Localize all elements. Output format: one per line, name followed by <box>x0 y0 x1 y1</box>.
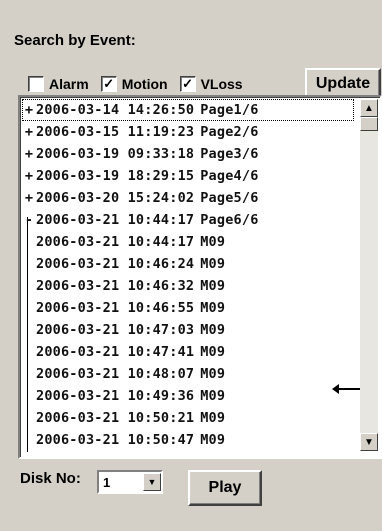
event-tag: M09 <box>200 366 226 382</box>
vloss-checkbox[interactable]: ✓ <box>179 76 196 92</box>
event-timestamp: 2006-03-19 18:29:15 <box>36 168 195 184</box>
event-timestamp: 2006-03-21 10:44:17 <box>36 212 195 228</box>
event-row[interactable]: 2006-03-21 10:48:07 M09 <box>22 363 354 385</box>
event-timestamp: 2006-03-21 10:44:17 <box>36 234 195 250</box>
event-timestamp: 2006-03-15 11:19:23 <box>36 124 195 140</box>
event-tag: M09 <box>200 322 226 338</box>
event-tag: M09 <box>200 410 226 426</box>
event-tag: Page1/6 <box>200 102 259 118</box>
event-row[interactable]: 2006-03-21 10:47:03 M09 <box>22 319 354 341</box>
event-tag: Page2/6 <box>200 124 259 140</box>
event-timestamp: 2006-03-21 10:47:41 <box>36 344 195 360</box>
event-list[interactable]: +2006-03-14 14:26:50 Page1/6 +2006-03-15 1… <box>18 95 382 459</box>
expand-marker[interactable]: + <box>22 165 36 187</box>
event-timestamp: 2006-03-21 10:50:47 <box>36 432 195 448</box>
event-row[interactable]: 2006-03-21 10:49:36 M09 <box>22 385 354 407</box>
event-row[interactable]: +2006-03-19 09:33:18 Page3/6 <box>22 143 354 165</box>
event-tag: Page5/6 <box>200 190 259 206</box>
event-row[interactable]: +2006-03-15 11:19:23 Page2/6 <box>22 121 354 143</box>
event-timestamp: 2006-03-14 14:26:50 <box>36 102 195 118</box>
event-tag: M09 <box>200 256 226 272</box>
event-row[interactable]: +2006-03-20 15:24:02 Page5/6 <box>22 187 354 209</box>
panel-title: Search by Event: <box>14 32 136 49</box>
event-tag: M09 <box>200 300 226 316</box>
event-tag: M09 <box>200 432 226 448</box>
scroll-thumb[interactable] <box>360 117 378 131</box>
motion-checkbox[interactable]: ✓ <box>100 76 117 92</box>
event-row[interactable]: +2006-03-19 18:29:15 Page4/6 <box>22 165 354 187</box>
expand-marker[interactable]: + <box>22 99 36 121</box>
event-row[interactable]: +2006-03-14 14:26:50 Page1/6 <box>22 99 354 121</box>
event-timestamp: 2006-03-20 15:24:02 <box>36 190 195 206</box>
event-timestamp: 2006-03-21 10:46:24 <box>36 256 195 272</box>
down-arrow-icon[interactable]: ▼ <box>360 433 378 451</box>
event-row[interactable]: 2006-03-21 10:46:24 M09 <box>22 253 354 275</box>
event-timestamp: 2006-03-21 10:48:07 <box>36 366 195 382</box>
play-button[interactable]: Play <box>188 470 262 506</box>
event-tag: Page4/6 <box>200 168 259 184</box>
event-tag: M09 <box>200 278 226 294</box>
disk-label: Disk No: <box>20 470 81 487</box>
list-scrollbar[interactable]: ▲ ▼ <box>360 99 378 451</box>
event-row[interactable]: -2006-03-21 10:44:17 Page6/6 <box>22 209 354 231</box>
disk-value: 1 <box>103 474 111 490</box>
event-timestamp: 2006-03-21 10:46:32 <box>36 278 195 294</box>
event-rows: +2006-03-14 14:26:50 Page1/6 +2006-03-15 1… <box>22 99 354 451</box>
expand-marker[interactable]: + <box>22 187 36 209</box>
event-tag: M09 <box>200 388 226 404</box>
event-timestamp: 2006-03-19 09:33:18 <box>36 146 195 162</box>
event-tag: M09 <box>200 234 226 250</box>
event-tag: Page3/6 <box>200 146 259 162</box>
expand-marker[interactable]: - <box>22 209 36 231</box>
event-timestamp: 2006-03-21 10:49:36 <box>36 388 195 404</box>
event-tag: M09 <box>200 344 226 360</box>
alarm-label: Alarm <box>49 76 89 92</box>
up-arrow-icon[interactable]: ▲ <box>360 99 378 117</box>
event-tag: Page6/6 <box>200 212 259 228</box>
event-filters: Alarm ✓ Motion ✓ VLoss <box>28 73 255 95</box>
event-row[interactable]: 2006-03-21 10:46:55 M09 <box>22 297 354 319</box>
expand-marker[interactable]: + <box>22 121 36 143</box>
event-row[interactable]: 2006-03-21 10:47:41 M09 <box>22 341 354 363</box>
event-timestamp: 2006-03-21 10:47:03 <box>36 322 195 338</box>
event-row[interactable]: 2006-03-21 10:50:21 M09 <box>22 407 354 429</box>
vloss-label: VLoss <box>200 76 243 92</box>
expand-marker[interactable]: + <box>22 143 36 165</box>
disk-select[interactable]: 1 ▼ <box>97 470 163 494</box>
alarm-checkbox[interactable] <box>28 76 44 92</box>
motion-label: Motion <box>121 76 168 92</box>
dropdown-arrow-icon[interactable]: ▼ <box>143 473 161 491</box>
event-row[interactable]: 2006-03-21 10:44:17 M09 <box>22 231 354 253</box>
event-timestamp: 2006-03-21 10:50:21 <box>36 410 195 426</box>
event-timestamp: 2006-03-21 10:46:55 <box>36 300 195 316</box>
event-row[interactable]: 2006-03-21 10:46:32 M09 <box>22 275 354 297</box>
event-row[interactable]: 2006-03-21 10:50:47 M09 <box>22 429 354 451</box>
